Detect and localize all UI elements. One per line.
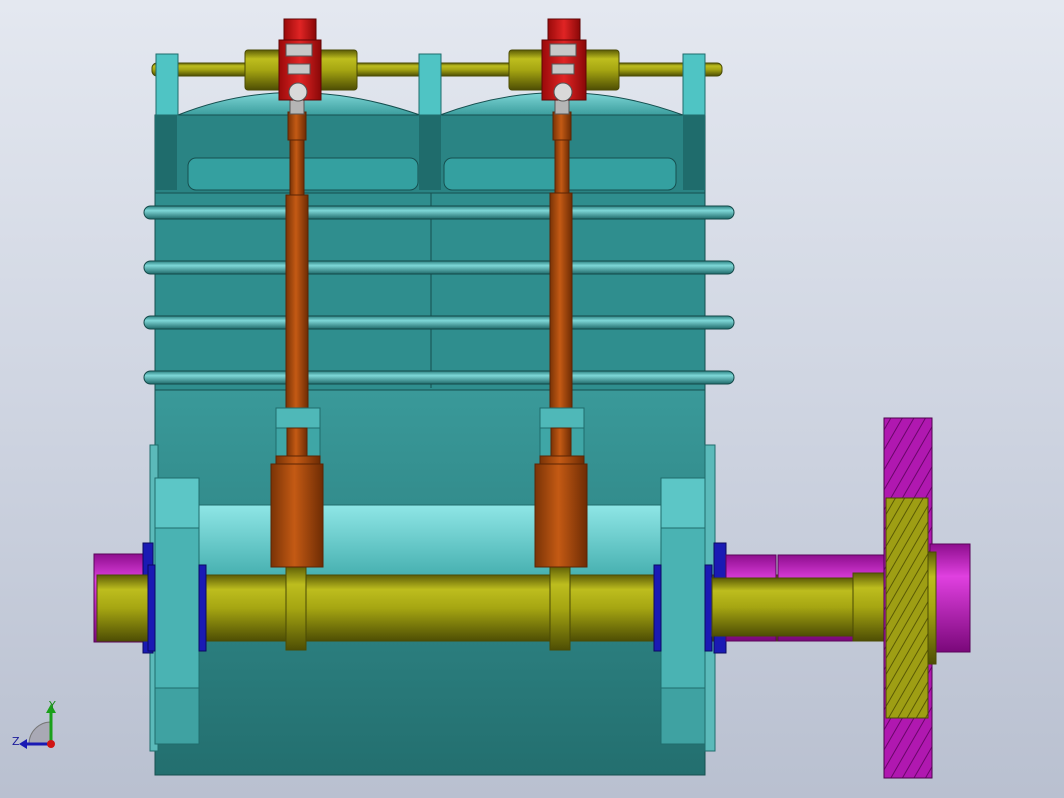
head-band-right [683,115,705,190]
crankcase-barrel[interactable] [197,504,663,586]
rod-upper-joint-right [552,99,572,141]
cooling-tube-3 [143,315,735,330]
cad-viewport[interactable]: Y Z [0,0,1064,798]
head-band-left [155,115,177,190]
output-shaft-collar [852,572,888,642]
rod-upper-joint-left [287,99,307,141]
valve-block-right[interactable] [541,18,587,102]
drive-gear[interactable] [883,417,933,779]
bearing-housing-right[interactable] [653,477,713,745]
cooling-tube-2 [143,260,735,275]
support-bracket-left[interactable] [155,53,179,116]
valve-block-left[interactable] [278,18,322,102]
bearing-housing-left[interactable] [147,477,207,745]
crank-journal-right[interactable] [549,565,571,651]
triad-base-quarter-icon [28,721,52,745]
cylinder-block[interactable] [154,189,706,391]
output-shaft-extension[interactable] [711,577,858,637]
compressor-assembly-model[interactable] [0,0,1064,798]
gear-hub-spacer [927,551,937,665]
cooling-tube-4 [143,370,735,385]
view-orientation-triad-icon[interactable]: Y Z [6,700,66,760]
triad-y-label: Y [49,699,56,712]
triad-z-label: Z [12,735,20,748]
head-band-mid [419,115,441,190]
triad-x-axis-icon [47,740,55,748]
support-bracket-right[interactable] [682,53,706,116]
support-bracket-mid[interactable] [418,53,442,116]
cooling-tube-1 [143,205,735,220]
crank-journal-left[interactable] [285,565,307,651]
